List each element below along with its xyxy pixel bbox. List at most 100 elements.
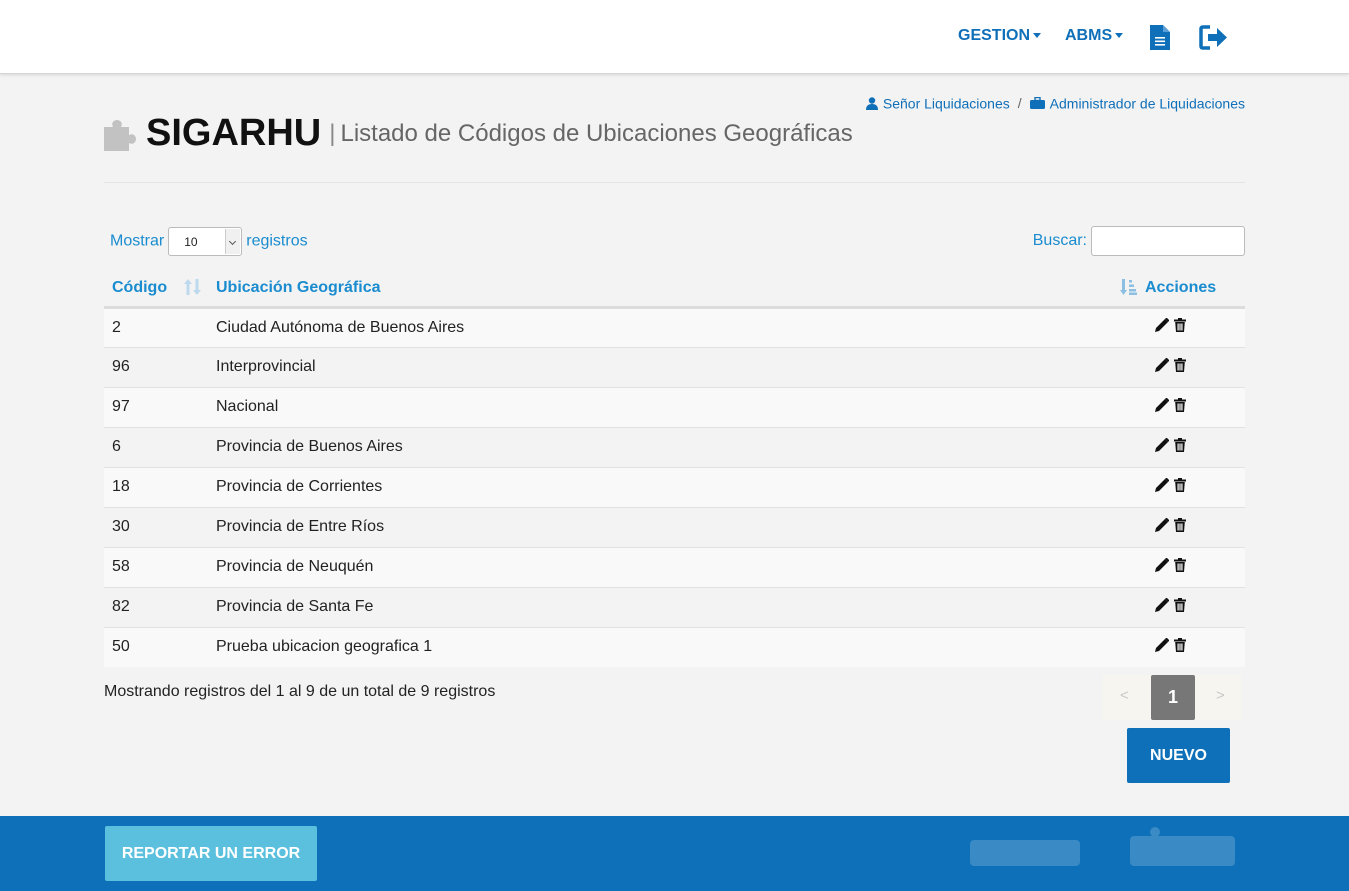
cell-acciones — [1145, 426, 1245, 467]
search-label: Buscar: — [1032, 232, 1087, 249]
page-header: SIGARHU | Listado de Códigos de Ubicacione… — [104, 112, 853, 155]
table-row: 97 Nacional — [104, 386, 1245, 427]
col-header-acciones: Acciones — [1145, 268, 1245, 309]
cell-ubicacion: Provincia de Corrientes — [216, 466, 1145, 507]
file-text-icon[interactable] — [1149, 24, 1171, 56]
table-row: 58 Provincia de Neuquén — [104, 546, 1245, 587]
cell-codigo: 50 — [104, 626, 216, 667]
cell-codigo: 82 — [104, 586, 216, 627]
page-size-value: 10 — [184, 235, 198, 249]
col-header-ubicacion[interactable]: Ubicación Geográfica — [216, 268, 1145, 309]
top-navbar: GESTION ABMS — [0, 0, 1349, 74]
pencil-icon[interactable] — [1155, 437, 1170, 457]
sign-out-icon[interactable] — [1199, 24, 1229, 56]
sort-amount-icon — [1120, 279, 1137, 295]
cell-acciones — [1145, 586, 1245, 627]
table-row: 50 Prueba ubicacion geografica 1 — [104, 626, 1245, 667]
col-header-acciones-label: Acciones — [1145, 278, 1217, 296]
nav-abms-label: ABMS — [1065, 27, 1113, 44]
report-error-button[interactable]: REPORTAR UN ERROR — [105, 826, 317, 881]
show-label: Mostrar — [110, 232, 165, 250]
app-title: SIGARHU — [146, 112, 322, 154]
table-row: 18 Provincia de Corrientes — [104, 466, 1245, 507]
cell-codigo: 18 — [104, 466, 216, 507]
search-input[interactable] — [1091, 226, 1245, 256]
sort-both-icon — [184, 279, 201, 295]
nuevo-button[interactable]: NUEVO — [1127, 728, 1230, 783]
page-size-select[interactable]: 10 — [168, 227, 243, 256]
footer-logo — [970, 827, 1235, 866]
briefcase-icon — [1029, 97, 1045, 110]
cell-acciones — [1145, 466, 1245, 507]
title-separator: | — [329, 119, 336, 147]
cell-ubicacion: Provincia de Entre Ríos — [216, 506, 1145, 547]
col-header-codigo-label: Código — [112, 278, 168, 296]
pagination-prev[interactable]: < — [1120, 687, 1129, 704]
pencil-icon[interactable] — [1155, 517, 1170, 537]
user-icon — [865, 97, 878, 110]
trash-icon[interactable] — [1174, 597, 1186, 617]
col-header-codigo[interactable]: Código — [104, 268, 216, 309]
table-info: Mostrando registros del 1 al 9 de un tot… — [104, 683, 496, 700]
breadcrumb-role[interactable]: Administrador de Liquidaciones — [1050, 95, 1245, 111]
page-title: | Listado de Códigos de Ubicaciones Geogr… — [329, 120, 853, 147]
nav-gestion-dropdown[interactable]: GESTION — [958, 27, 1042, 45]
cell-acciones — [1145, 386, 1245, 427]
table-row: 6 Provincia de Buenos Aires — [104, 426, 1245, 467]
nav-gestion-label: GESTION — [958, 27, 1031, 44]
footer: REPORTAR UN ERROR — [0, 816, 1349, 891]
pencil-icon[interactable] — [1155, 557, 1170, 577]
pagination-next[interactable]: > — [1216, 687, 1225, 704]
cell-codigo: 2 — [104, 307, 216, 347]
cell-acciones — [1145, 346, 1245, 387]
cell-ubicacion: Nacional — [216, 386, 1145, 427]
cell-ubicacion: Ciudad Autónoma de Buenos Aires — [216, 307, 1145, 347]
trash-icon[interactable] — [1174, 318, 1186, 337]
pencil-icon[interactable] — [1155, 357, 1170, 377]
breadcrumb-user[interactable]: Señor Liquidaciones — [883, 95, 1010, 111]
table-row: 96 Interprovincial — [104, 346, 1245, 387]
table-row: 2 Ciudad Autónoma de Buenos Aires — [104, 307, 1245, 347]
cell-codigo: 96 — [104, 346, 216, 387]
trash-icon[interactable] — [1174, 397, 1186, 417]
pencil-icon[interactable] — [1155, 637, 1170, 657]
search-control: Buscar: — [1033, 226, 1245, 256]
cell-codigo: 97 — [104, 386, 216, 427]
table-header-row: Código Ubicación Geográfica Acciones — [104, 268, 1245, 309]
pagination: < 1 > — [1103, 675, 1241, 720]
col-header-ubicacion-label: Ubicación Geográfica — [216, 278, 381, 296]
table-body: 2 Ciudad Autónoma de Buenos Aires 96 Interp… — [104, 307, 1245, 667]
pencil-icon[interactable] — [1155, 597, 1170, 617]
trash-icon[interactable] — [1174, 557, 1186, 577]
cell-codigo: 6 — [104, 426, 216, 467]
chevron-down-icon — [225, 229, 241, 254]
page-size-control: Mostrar 10 registros — [110, 227, 308, 256]
cell-acciones — [1145, 307, 1245, 347]
cell-ubicacion: Provincia de Buenos Aires — [216, 426, 1145, 467]
caret-down-icon — [1115, 33, 1124, 39]
breadcrumb: Señor Liquidaciones / Administrador de Li… — [865, 94, 1245, 111]
trash-icon[interactable] — [1174, 437, 1186, 457]
cell-acciones — [1145, 546, 1245, 587]
trash-icon[interactable] — [1174, 357, 1186, 377]
cell-ubicacion: Provincia de Neuquén — [216, 546, 1145, 587]
nav-abms-dropdown[interactable]: ABMS — [1065, 27, 1124, 45]
table-row: 82 Provincia de Santa Fe — [104, 586, 1245, 627]
caret-down-icon — [1033, 33, 1042, 39]
trash-icon[interactable] — [1174, 517, 1186, 537]
pencil-icon[interactable] — [1155, 397, 1170, 417]
pagination-current-page[interactable]: 1 — [1151, 675, 1195, 720]
page-title-text: Listado de Códigos de Ubicaciones Geográ… — [340, 119, 853, 147]
ubicaciones-table: Código Ubicación Geográfica Acciones 2 C… — [104, 268, 1245, 667]
trash-icon[interactable] — [1174, 477, 1186, 497]
trash-icon[interactable] — [1174, 637, 1186, 657]
cell-codigo: 58 — [104, 546, 216, 587]
pencil-icon[interactable] — [1155, 317, 1170, 337]
cell-ubicacion: Provincia de Santa Fe — [216, 586, 1145, 627]
pencil-icon[interactable] — [1155, 477, 1170, 497]
cell-acciones — [1145, 506, 1245, 547]
cell-codigo: 30 — [104, 506, 216, 547]
header-divider — [104, 182, 1245, 183]
cell-ubicacion: Prueba ubicacion geografica 1 — [216, 626, 1145, 667]
puzzle-icon — [104, 119, 136, 151]
